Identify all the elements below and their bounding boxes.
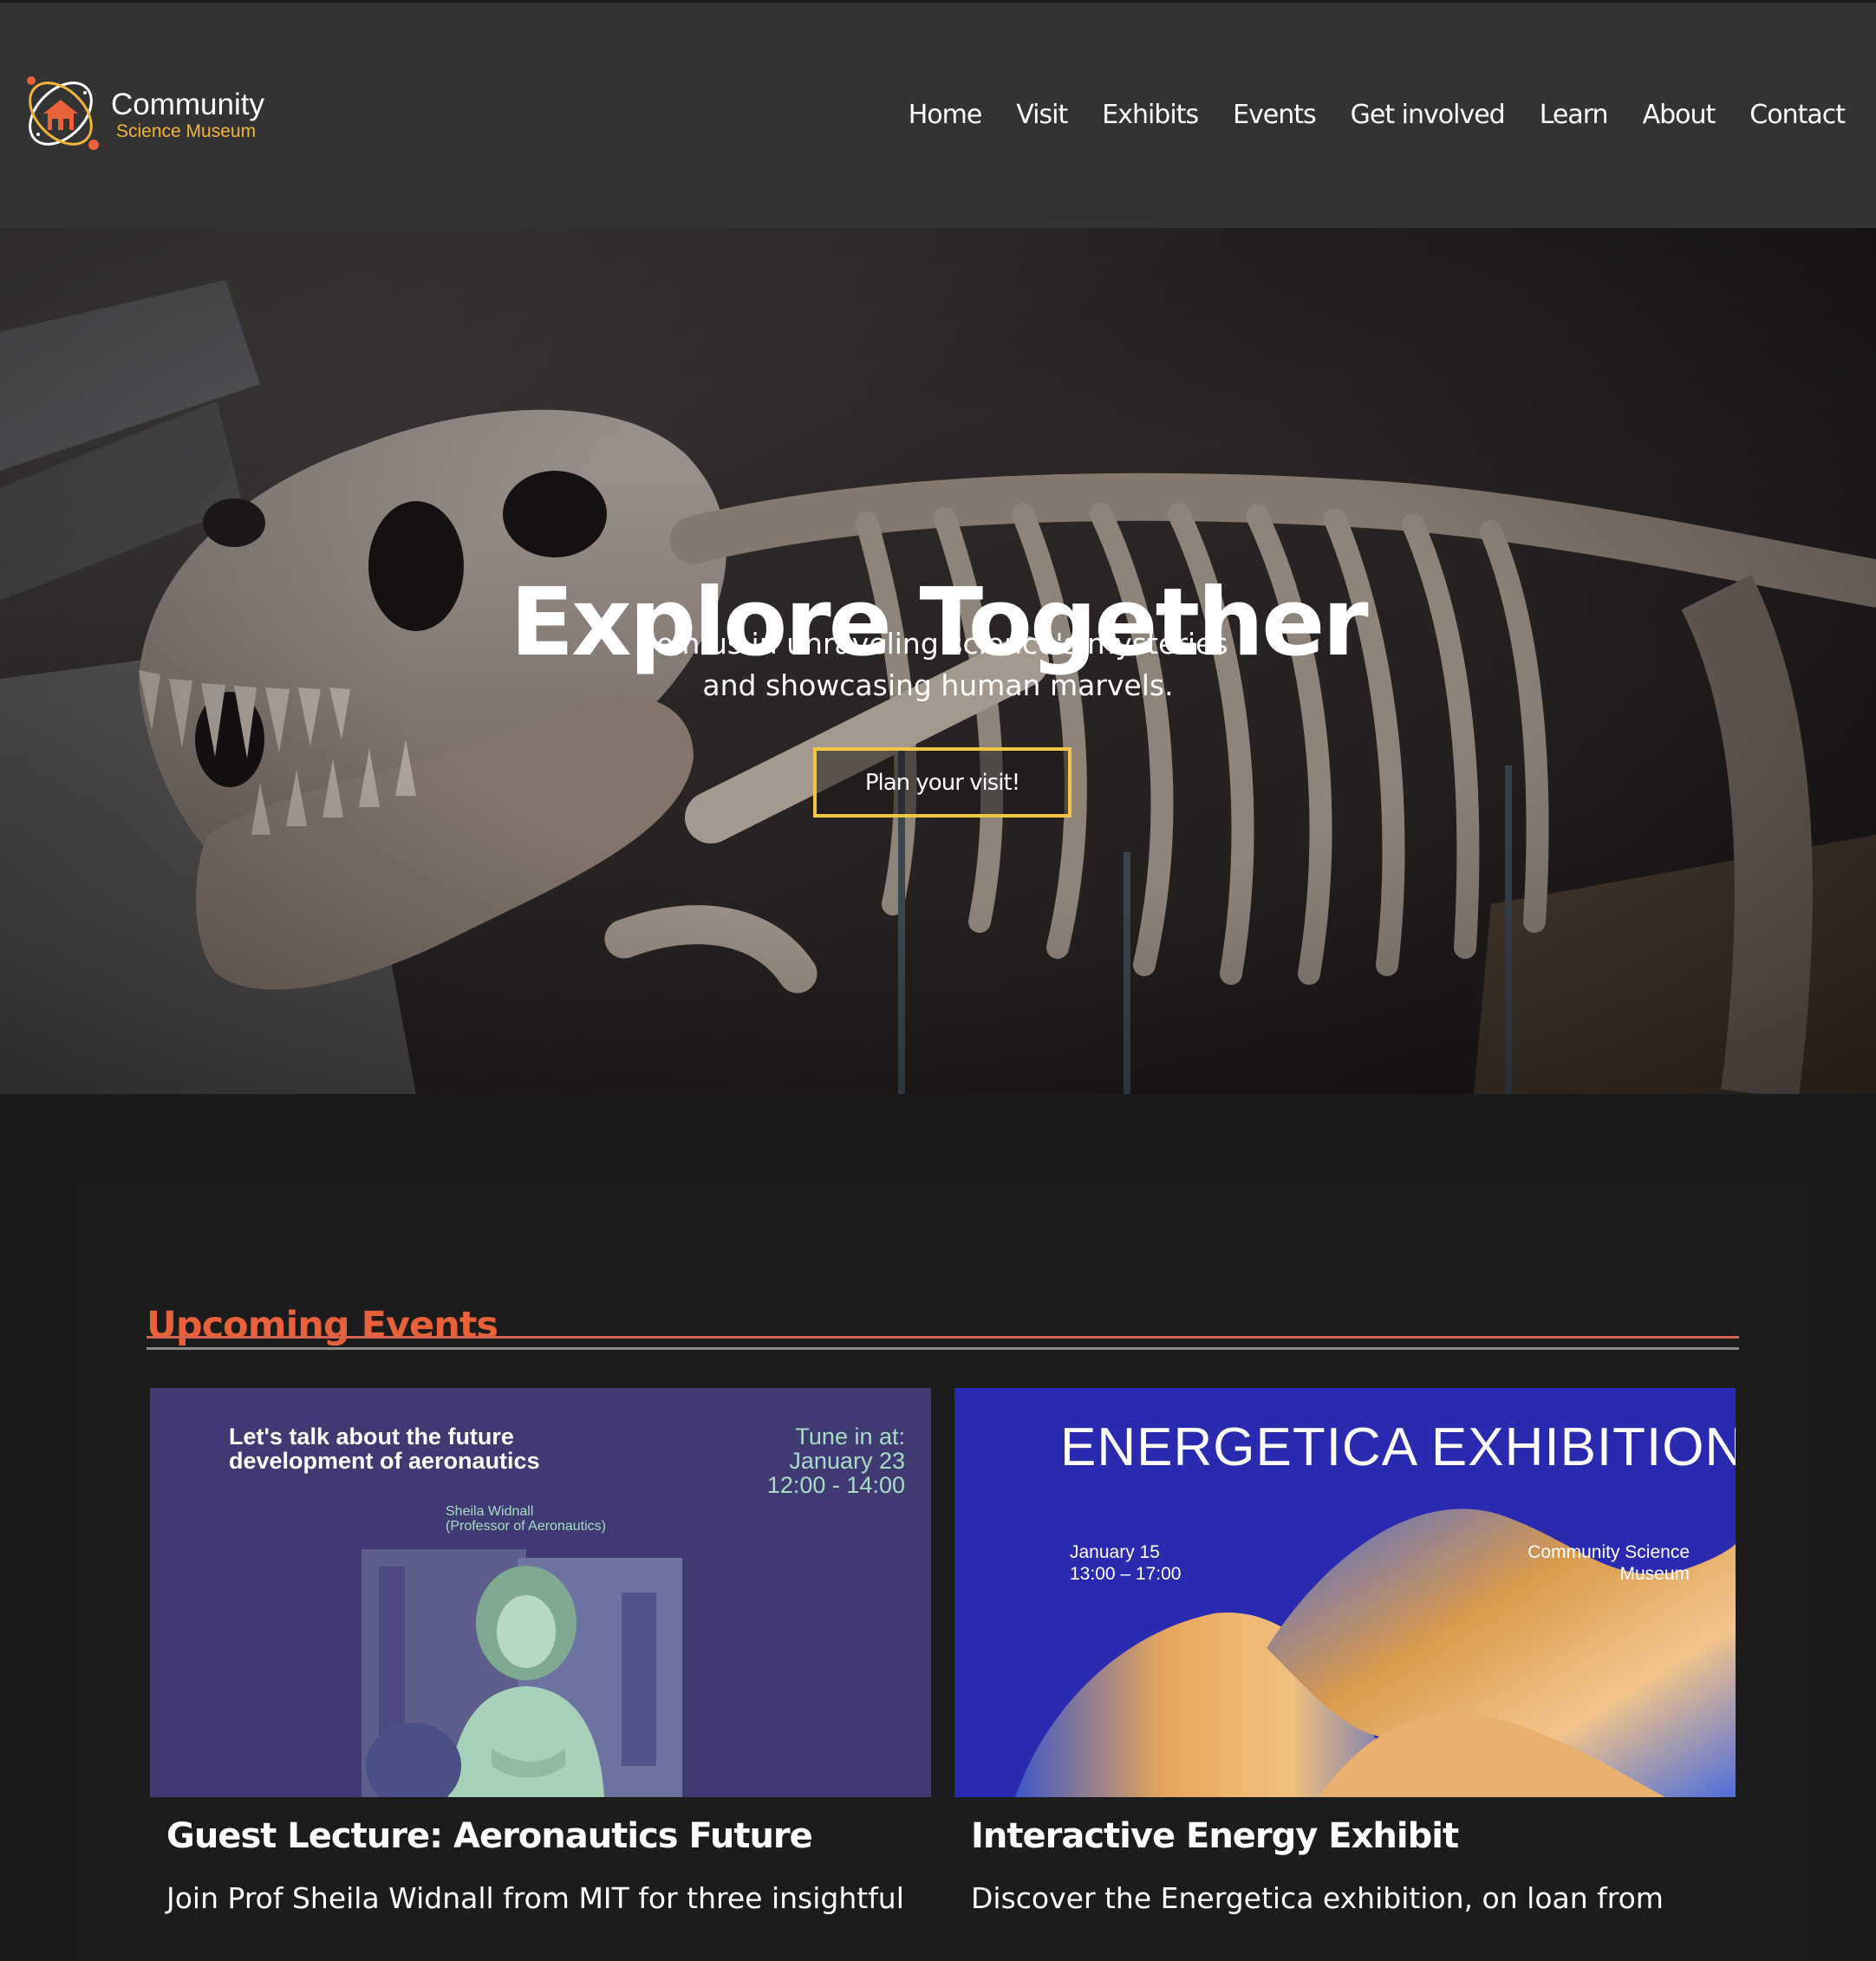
lecture-event-title[interactable]: Guest Lecture: Aeronautics Future	[166, 1819, 813, 1854]
hero-subtitle-line-2: and showcasing human marvels.	[702, 668, 1174, 702]
poster-exhibition-title: ENERGETICA EXHIBITION	[1060, 1417, 1736, 1477]
poster-lecture-schedule: Tune in at: January 23 12:00 - 14:00	[767, 1424, 905, 1497]
poster-speaker-role: (Professor of Aeronautics)	[446, 1519, 606, 1534]
poster-lecture-title: Let's talk about the future development …	[229, 1424, 540, 1474]
poster-lecture-time: 12:00 - 14:00	[766, 1472, 905, 1498]
poster-speaker: Sheila Widnall (Professor of Aeronautics…	[446, 1504, 606, 1534]
poster-venue-line-2: Museum	[1619, 1564, 1690, 1584]
hero-section: Explore Together Join us in unraveling s…	[0, 228, 1876, 1094]
energy-exhibit-title[interactable]: Interactive Energy Exhibit	[971, 1819, 1459, 1854]
site-header: Community Science Museum Home Visit Exhi…	[0, 0, 1876, 228]
site-logo[interactable]: Community Science Museum	[21, 72, 281, 159]
poster-lecture-date: January 23	[789, 1448, 905, 1474]
hero-subtitle: Join us in unraveling science's mysterie…	[0, 623, 1876, 707]
poster-exhibition-venue: Community Science Museum	[1528, 1541, 1690, 1585]
events-heading: Upcoming Events	[147, 1303, 498, 1347]
energetica-event-poster[interactable]: ENERGETICA EXHIBITION January 15 13:00 –…	[954, 1388, 1736, 1797]
poster-exhibition-schedule: January 15 13:00 – 17:00	[1070, 1541, 1181, 1585]
nav-get-involved[interactable]: Get involved	[1351, 100, 1506, 130]
main-nav: Home Visit Exhibits Events Get involved …	[909, 100, 1846, 130]
atom-house-logo-icon	[27, 76, 99, 150]
brand-name: Community	[111, 88, 264, 121]
poster-venue-line-1: Community Science	[1528, 1542, 1690, 1562]
plan-visit-button[interactable]: Plan your visit!	[813, 747, 1072, 818]
nav-contact[interactable]: Contact	[1749, 100, 1846, 130]
speaker-portrait-image	[362, 1549, 682, 1797]
lecture-event-poster[interactable]: Let's talk about the future development …	[150, 1388, 931, 1797]
nav-learn[interactable]: Learn	[1540, 100, 1609, 130]
poster-exhibition-time: 13:00 – 17:00	[1070, 1564, 1182, 1584]
poster-exhibition-date: January 15	[1070, 1542, 1160, 1562]
heading-divider-red	[147, 1336, 1739, 1339]
nav-home[interactable]: Home	[909, 100, 983, 130]
energy-exhibit-description: Discover the Energetica exhibition, on l…	[971, 1881, 1664, 1915]
hero-subtitle-line-1: Join us in unraveling science's mysterie…	[648, 627, 1228, 661]
heading-divider-grey	[147, 1347, 1739, 1350]
poster-tune-in-label: Tune in at:	[795, 1424, 905, 1450]
nav-events[interactable]: Events	[1233, 100, 1317, 130]
nav-exhibits[interactable]: Exhibits	[1102, 100, 1199, 130]
lecture-event-description: Join Prof Sheila Widnall from MIT for th…	[166, 1881, 904, 1915]
nav-visit[interactable]: Visit	[1016, 100, 1068, 130]
brand-subtitle: Science Museum	[116, 121, 257, 141]
poster-speaker-name: Sheila Widnall	[446, 1504, 534, 1519]
nav-about[interactable]: About	[1643, 100, 1716, 130]
